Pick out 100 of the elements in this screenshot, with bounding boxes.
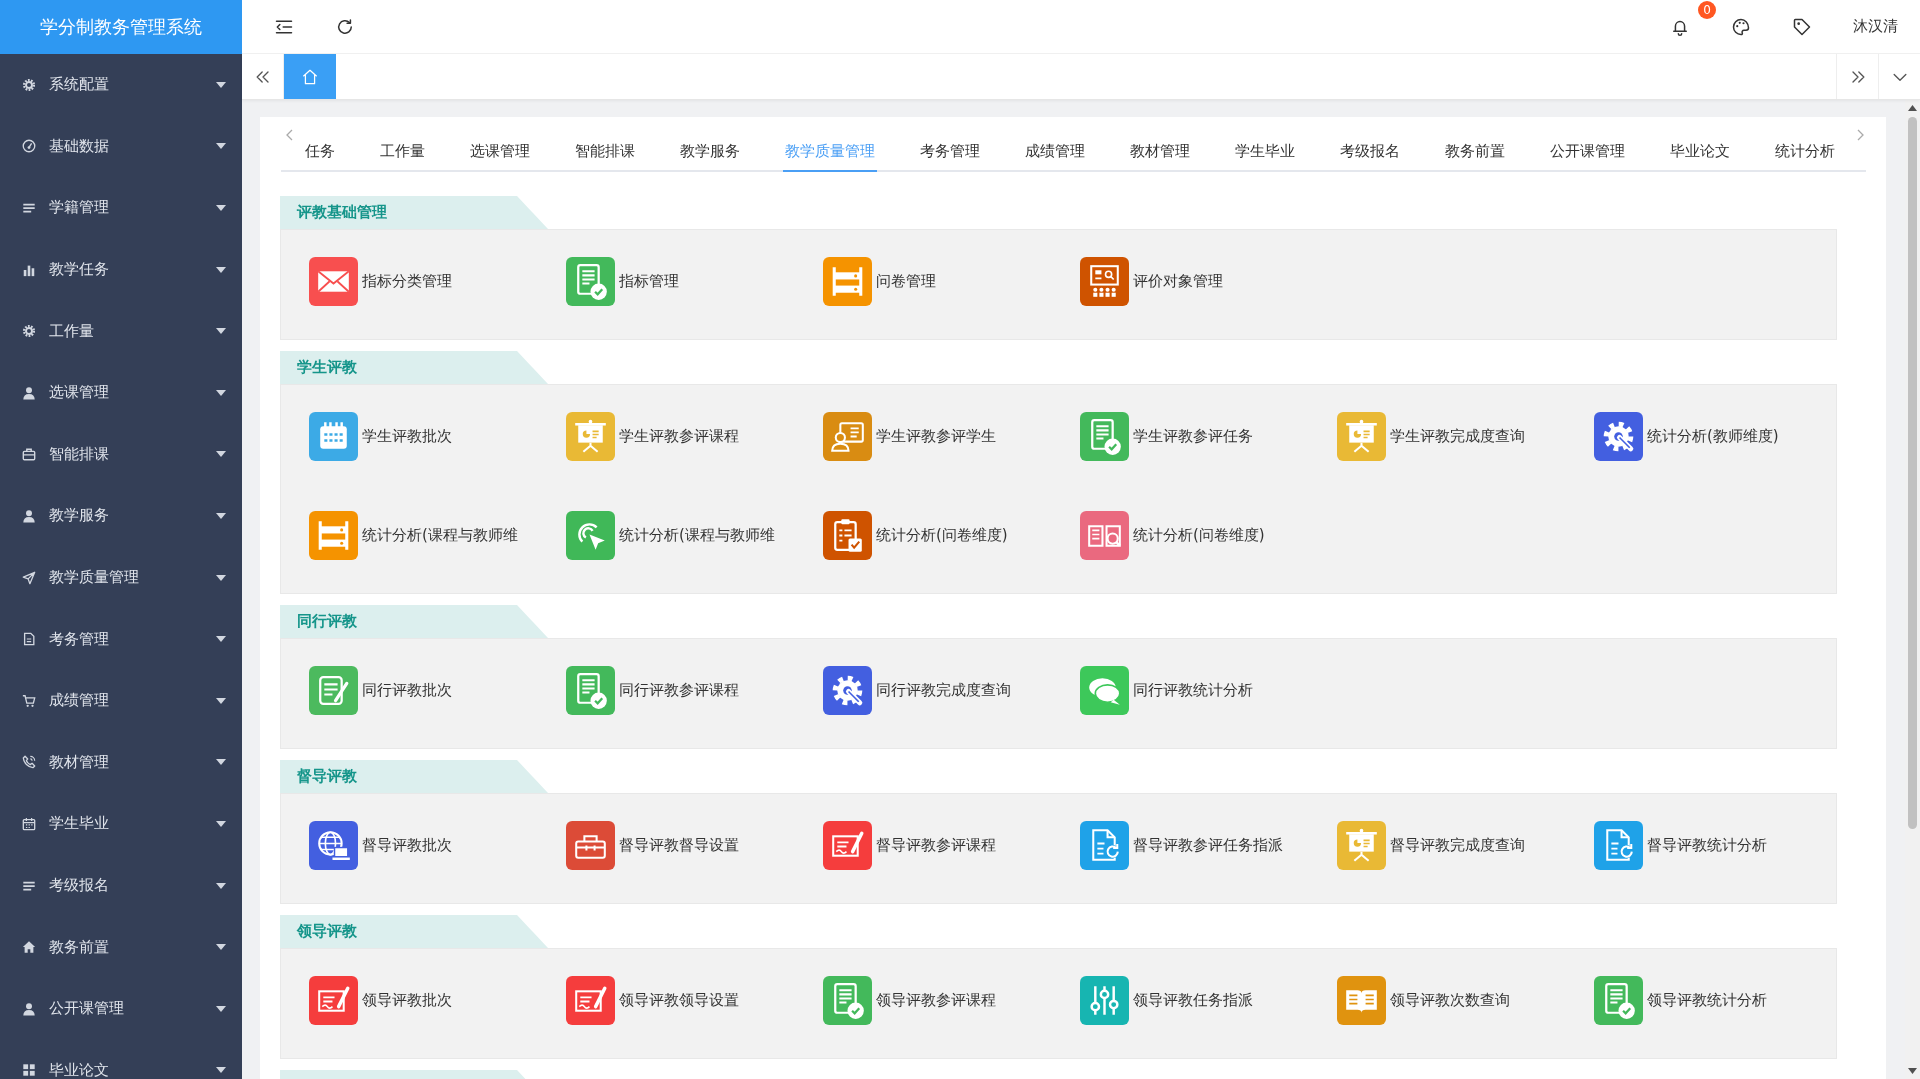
module-link[interactable]: 评价对象管理 (1080, 257, 1337, 306)
module-link[interactable]: 同行评教完成度查询 (823, 666, 1080, 715)
gauge-icon (22, 139, 36, 154)
module-tab[interactable]: 学生毕业 (1233, 127, 1297, 172)
person-icon (22, 1001, 36, 1016)
module-tab[interactable]: 选课管理 (468, 127, 532, 172)
sidebar-menu-item[interactable]: 教学任务 (0, 238, 242, 301)
module-link[interactable]: 学生评教参评任务 (1080, 412, 1337, 461)
home-icon (22, 940, 36, 955)
app-title: 学分制教务管理系统 (0, 0, 242, 54)
sidebar-menu-item[interactable]: 毕业论文 (0, 1039, 242, 1079)
sidebar-menu-item[interactable]: 公开课管理 (0, 977, 242, 1040)
calendar-icon (22, 816, 36, 831)
module-link[interactable]: 同行评教统计分析 (1080, 666, 1337, 715)
module-tab[interactable]: 公开课管理 (1548, 127, 1627, 172)
caret-down-icon (216, 574, 226, 581)
module-tab[interactable]: 工作量 (378, 127, 427, 172)
module-link[interactable]: 同行评教参评课程 (566, 666, 823, 715)
sidebar-menu-item[interactable]: 教材管理 (0, 731, 242, 794)
module-tab[interactable]: 教材管理 (1128, 127, 1192, 172)
module-tab[interactable]: 考级报名 (1338, 127, 1402, 172)
module-link[interactable]: 督导评教完成度查询 (1337, 821, 1594, 870)
scrollbar-thumb[interactable] (1908, 117, 1917, 829)
list-icon (22, 201, 36, 215)
sidebar-menu-item[interactable]: 教学服务 (0, 485, 242, 547)
sidebar-menu-item[interactable]: 成绩管理 (0, 669, 242, 732)
paper-plane-icon (22, 570, 36, 585)
caret-down-icon (216, 512, 226, 519)
briefcase-icon (22, 447, 36, 462)
refresh-icon[interactable] (335, 16, 355, 37)
module-link[interactable]: 统计分析(问卷维度) (823, 511, 1080, 560)
module-link[interactable]: 督导评教督导设置 (566, 821, 823, 870)
sidebar-menu-item[interactable]: 教务前置 (0, 916, 242, 978)
module-tab[interactable]: 成绩管理 (1023, 127, 1087, 172)
cart-icon (22, 693, 36, 708)
module-link[interactable]: 统计分析(课程与教师维 (309, 511, 566, 560)
caret-down-icon (216, 1005, 226, 1012)
sidebar-menu-item[interactable]: 考务管理 (0, 608, 242, 670)
scroll-down-arrow-icon[interactable] (1908, 1068, 1917, 1074)
user-name[interactable]: 沐汉清 (1853, 17, 1898, 36)
module-link[interactable]: 问卷管理 (823, 257, 1080, 306)
sidebar-menu-item[interactable]: 教学质量管理 (0, 546, 242, 609)
sidebar-menu-item[interactable]: 基础数据 (0, 115, 242, 178)
gear-icon (22, 324, 36, 339)
palette-icon[interactable] (1731, 16, 1751, 37)
module-link[interactable]: 领导评教批次 (309, 976, 566, 1025)
module-link[interactable]: 督导评教批次 (309, 821, 566, 870)
module-link[interactable]: 学生评教参评课程 (566, 412, 823, 461)
module-link[interactable]: 领导评教次数查询 (1337, 976, 1594, 1025)
module-tab[interactable]: 教务前置 (1443, 127, 1507, 172)
grid-icon (22, 1063, 36, 1078)
caret-down-icon (216, 389, 226, 396)
section-title: 同行评教 (280, 605, 548, 638)
notification-badge: 0 (1698, 0, 1716, 19)
caret-down-icon (216, 143, 226, 150)
caret-down-icon (216, 759, 226, 766)
sidebar-menu-item[interactable]: 学生毕业 (0, 793, 242, 855)
module-tab[interactable]: 智能排课 (573, 127, 637, 172)
module-link[interactable]: 督导评教统计分析 (1594, 821, 1836, 870)
scroll-up-arrow-icon[interactable] (1908, 105, 1917, 111)
module-link[interactable]: 统计分析(课程与教师维 (566, 511, 823, 560)
module-link[interactable]: 领导评教统计分析 (1594, 976, 1836, 1025)
document-icon (22, 632, 36, 647)
module-tab[interactable]: 任务 (305, 127, 337, 172)
person-icon (22, 508, 36, 523)
caret-down-icon (216, 820, 226, 827)
sidebar-menu-item[interactable]: 学籍管理 (0, 177, 242, 239)
module-tab[interactable]: 教学服务 (678, 127, 742, 172)
module-tab[interactable]: 统计分析 (1773, 127, 1837, 172)
module-link[interactable]: 统计分析(问卷维度) (1080, 511, 1337, 560)
module-link[interactable]: 领导评教任务指派 (1080, 976, 1337, 1025)
caret-down-icon (216, 205, 226, 211)
sidebar-menu-item[interactable]: 考级报名 (0, 854, 242, 917)
caret-down-icon (216, 636, 226, 643)
gear-icon (22, 77, 36, 92)
module-link[interactable]: 督导评教参评课程 (823, 821, 1080, 870)
module-link[interactable]: 学生评教完成度查询 (1337, 412, 1594, 461)
module-link[interactable]: 统计分析(教师维度) (1594, 412, 1836, 461)
caret-down-icon (216, 451, 226, 458)
sidebar-menu-item[interactable]: 系统配置 (0, 54, 242, 116)
module-tab[interactable]: 考务管理 (918, 127, 982, 172)
caret-down-icon (216, 944, 226, 951)
caret-down-icon (216, 882, 226, 889)
section-title: 评教基础管理 (280, 196, 548, 229)
caret-down-icon (216, 697, 226, 704)
phone-icon (22, 755, 36, 770)
module-link[interactable]: 学生评教参评学生 (823, 412, 1080, 461)
module-link[interactable]: 领导评教参评课程 (823, 976, 1080, 1025)
person-icon (22, 385, 36, 400)
module-link[interactable]: 督导评教参评任务指派 (1080, 821, 1337, 870)
tag-icon[interactable] (1792, 16, 1812, 37)
module-link[interactable]: 领导评教领导设置 (566, 976, 823, 1025)
sidebar-menu-item[interactable]: 工作量 (0, 300, 242, 362)
module-link[interactable]: 指标分类管理 (309, 257, 566, 306)
module-link[interactable]: 同行评教批次 (309, 666, 566, 715)
module-link[interactable]: 学生评教批次 (309, 412, 566, 461)
module-link[interactable]: 指标管理 (566, 257, 823, 306)
sidebar-menu-item[interactable]: 选课管理 (0, 361, 242, 424)
module-tab[interactable]: 毕业论文 (1668, 127, 1732, 172)
sidebar-menu-item[interactable]: 智能排课 (0, 423, 242, 486)
